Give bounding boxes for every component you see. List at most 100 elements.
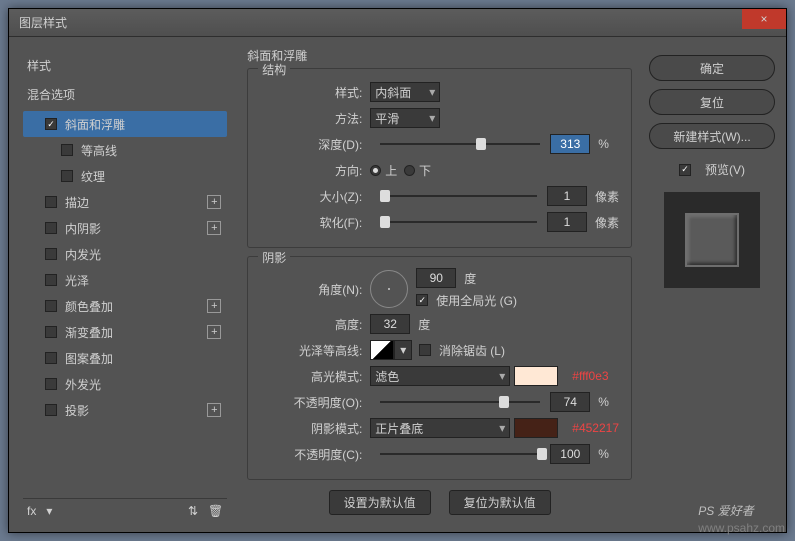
effect-checkbox[interactable] xyxy=(45,326,57,338)
ok-button[interactable]: 确定 xyxy=(649,55,775,81)
gloss-contour-picker[interactable] xyxy=(370,340,394,360)
effect-checkbox[interactable] xyxy=(45,118,57,130)
trash-icon[interactable]: 🗑 xyxy=(208,504,223,518)
highlight-mode-select[interactable]: 滤色 xyxy=(370,366,510,386)
size-input[interactable] xyxy=(547,186,587,206)
effect-6[interactable]: 光泽 xyxy=(23,267,227,293)
depth-slider[interactable] xyxy=(380,140,540,148)
global-light-label: 使用全局光 (G) xyxy=(436,292,517,309)
preview-label: 预览(V) xyxy=(705,161,745,178)
effect-checkbox[interactable] xyxy=(45,300,57,312)
style-label: 样式: xyxy=(260,84,370,101)
shadow-opacity-slider[interactable] xyxy=(380,450,540,458)
size-unit: 像素 xyxy=(595,188,619,205)
depth-label: 深度(D): xyxy=(260,136,370,153)
structure-group: 结构 样式:内斜面 方法:平滑 深度(D):% 方向:上 下 大小(Z):像素 … xyxy=(247,68,632,248)
effect-10[interactable]: 外发光 xyxy=(23,371,227,397)
preview-box xyxy=(664,192,760,288)
effect-checkbox[interactable] xyxy=(45,196,57,208)
highlight-opacity-label: 不透明度(O): xyxy=(260,394,370,411)
add-icon[interactable]: + xyxy=(207,403,221,417)
direction-label: 方向: xyxy=(260,162,370,179)
effect-4[interactable]: 内阴影+ xyxy=(23,215,227,241)
soften-unit: 像素 xyxy=(595,214,619,231)
effect-label: 光泽 xyxy=(65,272,89,289)
effect-checkbox[interactable] xyxy=(61,144,73,156)
up-down-icon[interactable]: ⇅ xyxy=(188,504,198,518)
settings-panel: 斜面和浮雕 结构 样式:内斜面 方法:平滑 深度(D):% 方向:上 下 大小(… xyxy=(237,41,642,528)
effect-0[interactable]: 斜面和浮雕 xyxy=(23,111,227,137)
effect-checkbox[interactable] xyxy=(45,404,57,416)
new-style-button[interactable]: 新建样式(W)... xyxy=(649,123,775,149)
global-light-checkbox[interactable] xyxy=(416,294,428,306)
depth-input[interactable] xyxy=(550,134,590,154)
angle-input[interactable] xyxy=(416,268,456,288)
highlight-opacity-slider[interactable] xyxy=(380,398,540,406)
fx-menu[interactable]: fx xyxy=(27,504,36,518)
blend-options[interactable]: 混合选项 xyxy=(23,80,227,109)
style-select[interactable]: 内斜面 xyxy=(370,82,440,102)
reset-default-button[interactable]: 复位为默认值 xyxy=(449,490,551,515)
effect-label: 投影 xyxy=(65,402,89,419)
close-icon: × xyxy=(760,12,767,26)
effect-label: 斜面和浮雕 xyxy=(65,116,125,133)
highlight-mode-label: 高光模式: xyxy=(260,368,370,385)
highlight-opacity-input[interactable] xyxy=(550,392,590,412)
close-button[interactable]: × xyxy=(742,9,786,29)
soften-input[interactable] xyxy=(547,212,587,232)
direction-up-radio[interactable] xyxy=(370,165,381,176)
effect-3[interactable]: 描边 + xyxy=(23,189,227,215)
shading-legend: 阴影 xyxy=(258,249,290,266)
effect-label: 图案叠加 xyxy=(65,350,113,367)
titlebar[interactable]: 图层样式 × xyxy=(9,9,786,37)
preview-checkbox[interactable] xyxy=(679,164,691,176)
add-icon[interactable]: + xyxy=(207,325,221,339)
effect-checkbox[interactable] xyxy=(45,248,57,260)
antialias-label: 消除锯齿 (L) xyxy=(439,342,505,359)
effect-5[interactable]: 内发光 xyxy=(23,241,227,267)
shadow-mode-label: 阴影模式: xyxy=(260,420,370,437)
preview-swatch xyxy=(685,213,739,267)
effect-label: 描边 xyxy=(65,194,89,211)
effect-checkbox[interactable] xyxy=(45,222,57,234)
effect-checkbox[interactable] xyxy=(61,170,73,182)
gloss-contour-dropdown[interactable]: ▾ xyxy=(394,340,412,360)
styles-header[interactable]: 样式 xyxy=(23,51,227,80)
layer-style-dialog: 图层样式 × 样式 混合选项 斜面和浮雕等高线纹理描边+内阴影+内发光光泽颜色叠… xyxy=(8,8,787,533)
effect-label: 颜色叠加 xyxy=(65,298,113,315)
effect-label: 渐变叠加 xyxy=(65,324,113,341)
shadow-mode-select[interactable]: 正片叠底 xyxy=(370,418,510,438)
soften-slider[interactable] xyxy=(380,218,537,226)
effect-1[interactable]: 等高线 xyxy=(23,137,227,163)
effect-9[interactable]: 图案叠加 xyxy=(23,345,227,371)
antialias-checkbox[interactable] xyxy=(419,344,431,356)
effect-11[interactable]: 投影 + xyxy=(23,397,227,423)
effect-7[interactable]: 颜色叠加 + xyxy=(23,293,227,319)
add-icon[interactable]: + xyxy=(207,299,221,313)
soften-label: 软化(F): xyxy=(260,214,370,231)
dialog-buttons: 确定 复位 新建样式(W)... 预览(V) xyxy=(642,41,782,528)
section-title: 斜面和浮雕 xyxy=(247,47,632,64)
effect-2[interactable]: 纹理 xyxy=(23,163,227,189)
effect-checkbox[interactable] xyxy=(45,274,57,286)
angle-wheel[interactable] xyxy=(370,270,408,308)
method-select[interactable]: 平滑 xyxy=(370,108,440,128)
shadow-color-swatch[interactable] xyxy=(514,418,558,438)
add-icon[interactable]: + xyxy=(207,195,221,209)
effect-checkbox[interactable] xyxy=(45,378,57,390)
effects-panel: 样式 混合选项 斜面和浮雕等高线纹理描边+内阴影+内发光光泽颜色叠加+渐变叠加+… xyxy=(13,41,237,528)
effect-8[interactable]: 渐变叠加 + xyxy=(23,319,227,345)
structure-legend: 结构 xyxy=(258,61,290,78)
add-icon[interactable]: + xyxy=(207,221,221,235)
size-slider[interactable] xyxy=(380,192,537,200)
highlight-color-swatch[interactable] xyxy=(514,366,558,386)
effect-checkbox[interactable] xyxy=(45,352,57,364)
make-default-button[interactable]: 设置为默认值 xyxy=(329,490,431,515)
direction-down-radio[interactable] xyxy=(404,165,415,176)
altitude-label: 高度: xyxy=(260,316,370,333)
chevron-down-icon[interactable]: ▾ xyxy=(46,504,52,518)
cancel-button[interactable]: 复位 xyxy=(649,89,775,115)
altitude-input[interactable] xyxy=(370,314,410,334)
effect-label: 等高线 xyxy=(81,142,117,159)
shadow-opacity-input[interactable] xyxy=(550,444,590,464)
